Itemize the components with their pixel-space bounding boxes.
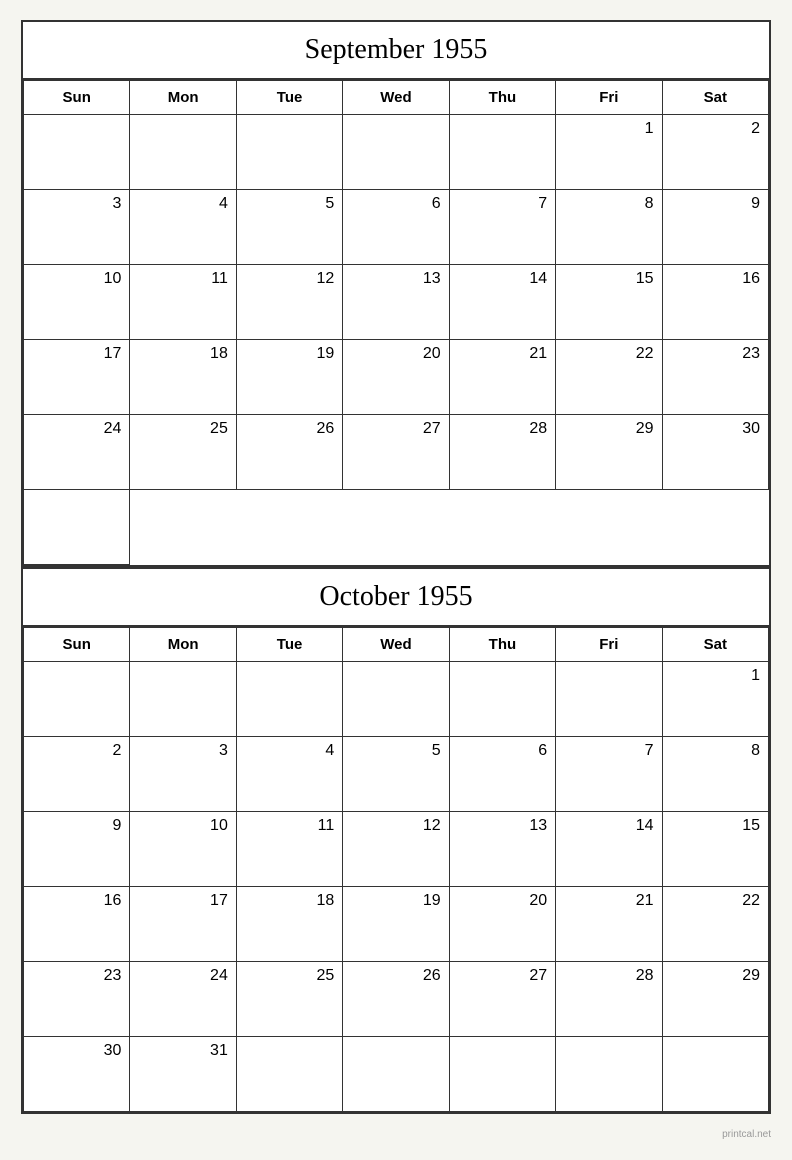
day-cell: 16	[24, 887, 130, 962]
day-cell: 2	[24, 737, 130, 812]
day-cell: 15	[556, 265, 662, 340]
day-cell: 4	[237, 737, 343, 812]
calendar-grid-september-1955: SunMonTueWedThuFriSat1234567891011121314…	[23, 80, 769, 565]
day-cell: 30	[24, 1037, 130, 1112]
day-cell: 18	[130, 340, 236, 415]
day-cell: 30	[663, 415, 769, 490]
day-cell	[24, 115, 130, 190]
day-cell	[343, 662, 449, 737]
calendar-grid-october-1955: SunMonTueWedThuFriSat1234567891011121314…	[23, 627, 769, 1112]
day-cell: 24	[24, 415, 130, 490]
calendar-september-1955: September 1955SunMonTueWedThuFriSat12345…	[21, 20, 771, 567]
day-cell: 18	[237, 887, 343, 962]
day-cell: 15	[663, 812, 769, 887]
day-header-tue: Tue	[237, 628, 343, 662]
day-cell: 12	[237, 265, 343, 340]
day-cell: 19	[343, 887, 449, 962]
day-cell: 11	[237, 812, 343, 887]
day-cell	[450, 1037, 556, 1112]
day-cell: 21	[556, 887, 662, 962]
day-cell: 29	[556, 415, 662, 490]
day-cell	[237, 662, 343, 737]
day-cell: 11	[130, 265, 236, 340]
day-cell: 1	[556, 115, 662, 190]
day-cell: 5	[237, 190, 343, 265]
day-cell	[24, 490, 130, 565]
day-cell: 14	[450, 265, 556, 340]
day-cell: 16	[663, 265, 769, 340]
calendar-title-september-1955: September 1955	[23, 22, 769, 80]
day-cell	[237, 115, 343, 190]
day-header-fri: Fri	[556, 81, 662, 115]
day-cell: 9	[24, 812, 130, 887]
day-cell: 17	[130, 887, 236, 962]
calendar-october-1955: October 1955SunMonTueWedThuFriSat1234567…	[21, 567, 771, 1114]
day-cell: 31	[130, 1037, 236, 1112]
day-cell: 22	[556, 340, 662, 415]
day-cell: 6	[343, 190, 449, 265]
day-cell: 22	[663, 887, 769, 962]
day-cell: 26	[237, 415, 343, 490]
day-header-sat: Sat	[663, 81, 769, 115]
day-cell: 12	[343, 812, 449, 887]
day-header-tue: Tue	[237, 81, 343, 115]
day-cell: 10	[24, 265, 130, 340]
day-cell: 13	[343, 265, 449, 340]
day-cell: 8	[663, 737, 769, 812]
day-header-sun: Sun	[24, 81, 130, 115]
day-cell: 28	[556, 962, 662, 1037]
day-cell: 25	[130, 415, 236, 490]
day-cell: 8	[556, 190, 662, 265]
day-cell	[556, 1037, 662, 1112]
day-cell: 14	[556, 812, 662, 887]
day-header-wed: Wed	[343, 628, 449, 662]
day-cell: 21	[450, 340, 556, 415]
day-cell: 13	[450, 812, 556, 887]
day-cell	[343, 115, 449, 190]
day-header-sun: Sun	[24, 628, 130, 662]
day-cell: 17	[24, 340, 130, 415]
day-header-thu: Thu	[450, 81, 556, 115]
day-cell	[130, 662, 236, 737]
day-cell: 6	[450, 737, 556, 812]
day-cell	[24, 662, 130, 737]
day-cell: 7	[556, 737, 662, 812]
day-cell: 24	[130, 962, 236, 1037]
day-cell: 4	[130, 190, 236, 265]
day-cell	[130, 115, 236, 190]
day-cell: 7	[450, 190, 556, 265]
day-cell: 10	[130, 812, 236, 887]
day-cell: 25	[237, 962, 343, 1037]
day-cell: 27	[343, 415, 449, 490]
watermark: printcal.net	[21, 1129, 771, 1140]
day-cell	[450, 662, 556, 737]
day-cell: 1	[663, 662, 769, 737]
day-header-mon: Mon	[130, 81, 236, 115]
day-cell: 19	[237, 340, 343, 415]
day-cell	[343, 1037, 449, 1112]
day-cell	[450, 115, 556, 190]
day-cell: 9	[663, 190, 769, 265]
day-cell: 27	[450, 962, 556, 1037]
day-cell: 28	[450, 415, 556, 490]
day-cell	[556, 662, 662, 737]
day-cell	[663, 1037, 769, 1112]
day-cell	[237, 1037, 343, 1112]
day-cell: 23	[24, 962, 130, 1037]
day-header-thu: Thu	[450, 628, 556, 662]
day-cell: 5	[343, 737, 449, 812]
day-cell: 29	[663, 962, 769, 1037]
day-header-fri: Fri	[556, 628, 662, 662]
day-cell: 23	[663, 340, 769, 415]
day-cell: 3	[24, 190, 130, 265]
day-cell: 2	[663, 115, 769, 190]
day-cell: 20	[343, 340, 449, 415]
day-cell: 3	[130, 737, 236, 812]
day-cell: 26	[343, 962, 449, 1037]
calendar-title-october-1955: October 1955	[23, 569, 769, 627]
day-header-sat: Sat	[663, 628, 769, 662]
day-cell: 20	[450, 887, 556, 962]
day-header-mon: Mon	[130, 628, 236, 662]
day-header-wed: Wed	[343, 81, 449, 115]
